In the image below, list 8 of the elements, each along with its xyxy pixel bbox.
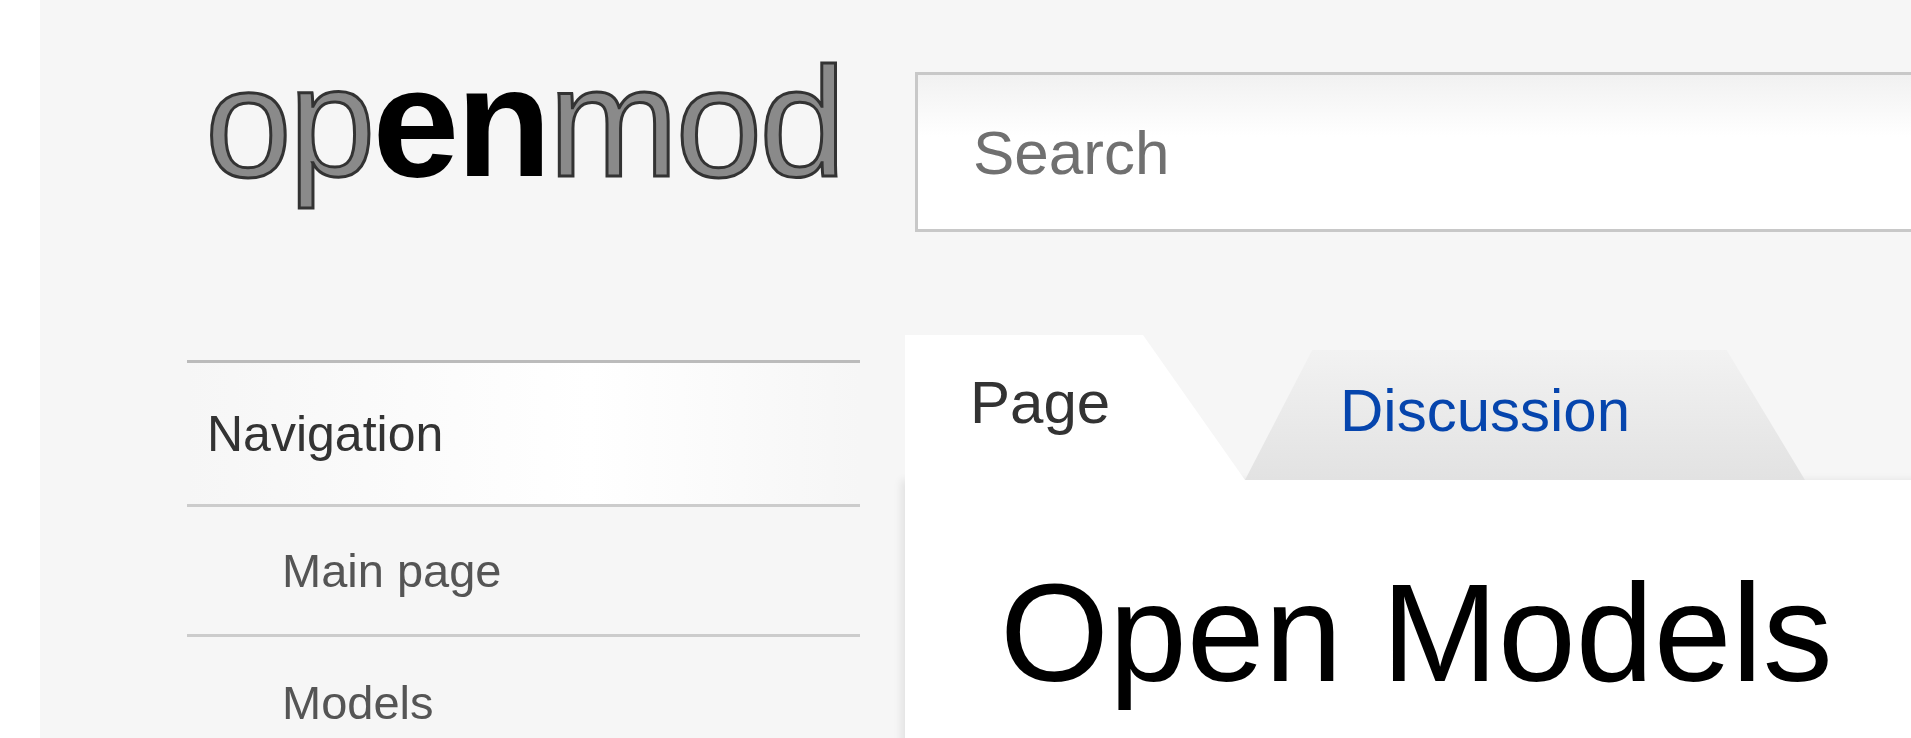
nav-link[interactable]: Main page (187, 507, 860, 637)
search-field[interactable]: Search (915, 72, 1911, 232)
tab[interactable]: Discussion (1245, 350, 1805, 480)
navigation-heading: Navigation (187, 360, 860, 507)
nav-link[interactable]: Models (187, 637, 860, 738)
page-title: Open Models (1000, 553, 1834, 713)
tab[interactable]: Page (905, 335, 1245, 480)
site-logo[interactable]: openmod (205, 25, 844, 220)
